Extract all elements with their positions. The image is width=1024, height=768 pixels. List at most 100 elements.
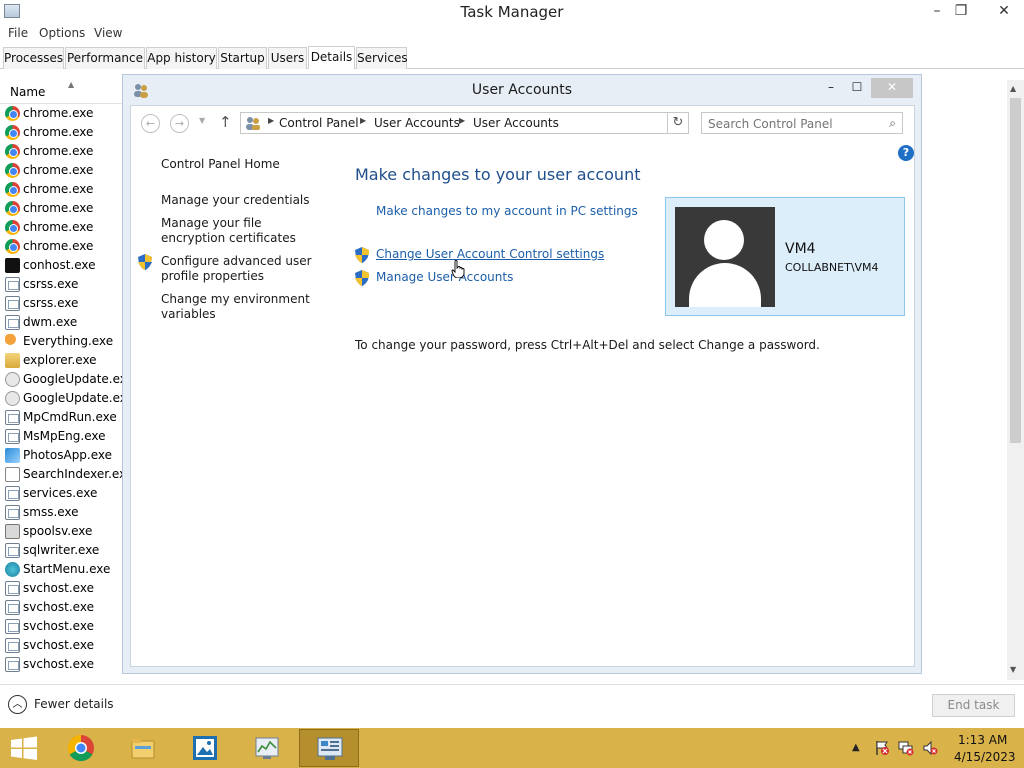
forward-arrow-icon[interactable]: → (170, 114, 189, 133)
back-arrow-icon[interactable]: ← (141, 114, 160, 133)
window-icon (5, 410, 20, 425)
ua-minimize-button[interactable]: – (817, 78, 845, 98)
windows-start-icon[interactable] (0, 728, 48, 768)
tab-users[interactable]: Users (268, 47, 307, 69)
process-row[interactable]: chrome.exe (0, 161, 122, 180)
show-hidden-icons-icon[interactable]: ▲ (852, 742, 860, 753)
menu-view[interactable]: View (94, 26, 122, 40)
help-icon[interactable]: ? (898, 145, 914, 161)
tab-services[interactable]: Services (356, 47, 408, 69)
restore-button[interactable]: ❐ (946, 0, 976, 22)
process-row[interactable]: chrome.exe (0, 142, 122, 161)
process-row[interactable]: MsMpEng.exe (0, 427, 122, 446)
network-icon[interactable] (898, 740, 914, 756)
breadcrumb-user-accounts-current[interactable]: User Accounts (473, 116, 559, 130)
vertical-scrollbar[interactable]: ▲ ▼ (1007, 80, 1024, 680)
ua-close-button[interactable]: ✕ (871, 78, 913, 98)
uac-shield-icon (355, 247, 369, 263)
pc-settings-link[interactable]: Make changes to my account in PC setting… (376, 204, 638, 218)
breadcrumb-separator-icon: ▶ (268, 116, 275, 125)
breadcrumb-user-accounts[interactable]: User Accounts (374, 116, 460, 130)
user-accounts-titlebar: User Accounts – ☐ ✕ (123, 75, 921, 105)
sort-ascending-icon: ▲ (68, 80, 75, 89)
process-row[interactable]: GoogleUpdate.exe (0, 370, 122, 389)
tab-app-history[interactable]: App history (146, 47, 217, 69)
clock-time[interactable]: 1:13 AM (958, 733, 1007, 747)
process-row[interactable]: chrome.exe (0, 123, 122, 142)
process-row[interactable]: chrome.exe (0, 104, 122, 123)
process-name: services.exe (23, 486, 98, 500)
ua-maximize-button[interactable]: ☐ (843, 78, 871, 98)
process-name: csrss.exe (23, 296, 79, 310)
scroll-down-icon[interactable]: ▼ (1010, 665, 1016, 674)
breadcrumb-control-panel[interactable]: Control Panel (279, 116, 359, 130)
scrollbar-thumb[interactable] (1010, 98, 1021, 443)
process-row[interactable]: SearchIndexer.exe (0, 465, 122, 484)
volume-muted-icon[interactable] (922, 740, 938, 756)
process-row[interactable]: PhotosApp.exe (0, 446, 122, 465)
process-row[interactable]: spoolsv.exe (0, 522, 122, 541)
process-row[interactable]: chrome.exe (0, 180, 122, 199)
menu-bar: File Options View (0, 24, 1024, 44)
control-panel-home-link[interactable]: Control Panel Home (161, 157, 280, 172)
taskbar-control-panel[interactable] (299, 729, 359, 767)
taskbar-task-manager[interactable] (237, 729, 297, 767)
change-uac-settings-link[interactable]: Change User Account Control settings (376, 247, 604, 261)
chevron-up-icon[interactable]: ︿ (8, 695, 27, 714)
process-row[interactable]: conhost.exe (0, 256, 122, 275)
search-icon[interactable]: ⌕ (889, 116, 896, 131)
task-manager-footer: ︿ Fewer details End task (0, 684, 1024, 728)
environment-variables-link[interactable]: Change my environment variables (161, 292, 321, 322)
process-row[interactable]: svchost.exe (0, 617, 122, 636)
taskbar-file-explorer[interactable] (113, 729, 173, 767)
process-row[interactable]: svchost.exe (0, 579, 122, 598)
process-row[interactable]: Everything.exe (0, 332, 122, 351)
taskbar-photos[interactable] (175, 729, 235, 767)
fewer-details-link[interactable]: Fewer details (34, 697, 114, 711)
search-input[interactable] (708, 116, 878, 131)
tab-processes[interactable]: Processes (3, 47, 64, 69)
close-button[interactable]: ✕ (985, 0, 1023, 22)
process-row[interactable]: chrome.exe (0, 199, 122, 218)
process-row[interactable]: chrome.exe (0, 218, 122, 237)
process-name: chrome.exe (23, 201, 94, 215)
search-box[interactable]: ⌕ (701, 112, 903, 134)
menu-file[interactable]: File (8, 26, 28, 40)
process-row[interactable]: svchost.exe (0, 655, 122, 674)
recent-locations-chevron-icon[interactable]: ▼ (199, 116, 205, 125)
process-row[interactable]: svchost.exe (0, 598, 122, 617)
process-row[interactable]: explorer.exe (0, 351, 122, 370)
process-row[interactable]: sqlwriter.exe (0, 541, 122, 560)
manage-user-accounts-link[interactable]: Manage User Accounts (376, 270, 513, 284)
process-row[interactable]: dwm.exe (0, 313, 122, 332)
tab-performance[interactable]: Performance (65, 47, 145, 69)
process-row[interactable]: chrome.exe (0, 237, 122, 256)
scroll-up-icon[interactable]: ▲ (1010, 84, 1016, 93)
taskbar-chrome[interactable] (51, 729, 111, 767)
action-center-flag-icon[interactable] (874, 740, 890, 756)
window-icon (5, 429, 20, 444)
tab-details[interactable]: Details (308, 46, 355, 69)
manage-credentials-link[interactable]: Manage your credentials (161, 193, 310, 208)
process-row[interactable]: svchost.exe (0, 636, 122, 655)
process-row[interactable]: services.exe (0, 484, 122, 503)
clock-date[interactable]: 4/15/2023 (954, 750, 1016, 764)
up-arrow-icon[interactable]: ↑ (219, 113, 232, 131)
process-row[interactable]: GoogleUpdate.exe (0, 389, 122, 408)
process-row[interactable]: smss.exe (0, 503, 122, 522)
uac-shield-icon (138, 254, 152, 270)
column-header-name[interactable]: Name ▲ (0, 80, 122, 104)
window-icon (5, 315, 20, 330)
file-encryption-link[interactable]: Manage your file encryption certificates (161, 216, 326, 246)
advanced-profile-link[interactable]: Configure advanced user profile properti… (161, 254, 321, 284)
process-row[interactable]: StartMenu.exe (0, 560, 122, 579)
process-row[interactable]: MpCmdRun.exe (0, 408, 122, 427)
refresh-icon[interactable]: ↻ (667, 112, 689, 134)
end-task-button[interactable]: End task (932, 694, 1015, 717)
process-row[interactable]: csrss.exe (0, 275, 122, 294)
tab-startup[interactable]: Startup (218, 47, 267, 69)
address-bar[interactable]: ▶ Control Panel ▶ User Accounts ▶ User A… (240, 112, 688, 134)
menu-options[interactable]: Options (39, 26, 85, 40)
process-row[interactable]: csrss.exe (0, 294, 122, 313)
chrome-icon (5, 144, 20, 159)
